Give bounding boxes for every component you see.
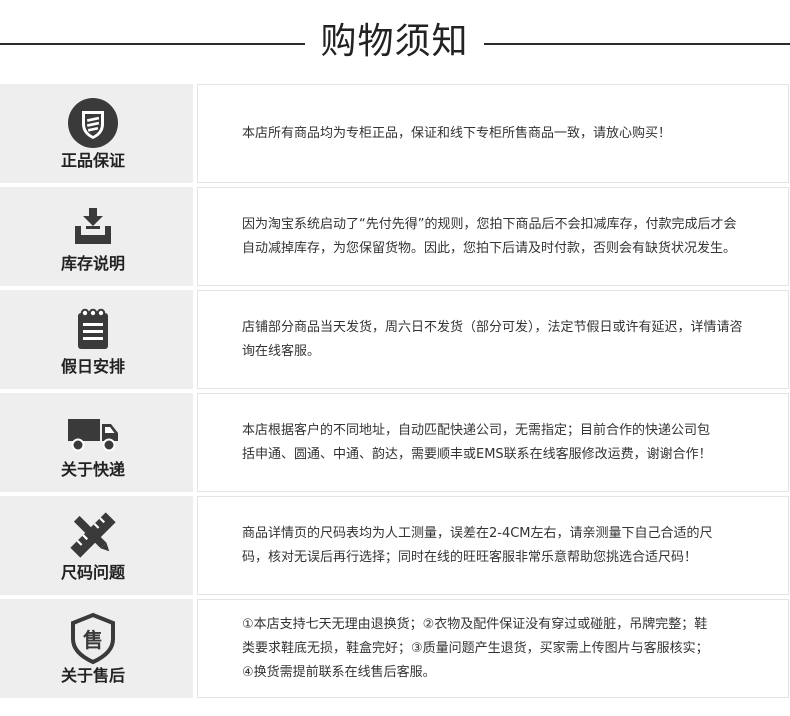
notice-text-line: 自动减掉库存，为您保留货物。因此，您拍下后请及时付款，否则会有缺货状况发生。 [242,240,737,256]
ruler-pencil-icon [70,512,116,558]
notepad-icon [78,308,108,349]
section-label: 库存说明 [60,254,125,273]
notice-content: 本店根据客户的不同地址，自动匹配快递公司，无需指定；目前合作的快递公司包 括申通… [197,393,789,492]
notice-text-line: 码，核对无误后再行选择；同时在线的旺旺客服非常乐意帮助您挑选合适尺码！ [242,549,698,565]
notice-text-line: 类要求鞋底无损，鞋盒完好；③质量问题产生退货，买家需上传图片与客服核实； [242,640,709,656]
notice-row-delivery: 关于快递 本店根据客户的不同地址，自动匹配快递公司，无需指定；目前合作的快递公司… [0,393,790,492]
shield-icon [68,98,118,148]
notice-content: 店铺部分商品当天发货，周六日不发货（部分可发），法定节假日或许有延迟，详情请咨 … [197,290,789,389]
notice-text-line: 店铺部分商品当天发货，周六日不发货（部分可发），法定节假日或许有延迟，详情请咨 [242,319,743,335]
notice-content: 商品详情页的尺码表均为人工测量，误差在2-4CM左右，请亲测量下自己合适的尺 码… [197,496,789,595]
header-divider-right [484,43,790,45]
notice-side: 售 关于售后 [0,599,193,698]
page-header: 购物须知 [0,0,790,84]
notice-text-line: 询在线客服。 [242,343,321,359]
notice-text-line: 因为淘宝系统启动了“先付先得”的规则，您拍下商品后不会扣减库存，付款完成后才会 [242,216,737,232]
notice-row-holiday: 假日安排 店铺部分商品当天发货，周六日不发货（部分可发），法定节假日或许有延迟，… [0,290,790,389]
section-label: 关于售后 [60,666,125,685]
notice-side: 假日安排 [0,290,193,389]
section-label: 假日安排 [60,357,125,376]
notice-text-line: 商品详情页的尺码表均为人工测量，误差在2-4CM左右，请亲测量下自己合适的尺 [242,525,713,541]
notice-row-authentic: 正品保证 本店所有商品均为专柜正品，保证和线下专柜所售商品一致，请放心购买！ [0,84,790,183]
inbox-download-icon [75,208,111,244]
section-label: 尺码问题 [60,563,125,582]
notice-side: 正品保证 [0,84,193,183]
notice-side: 库存说明 [0,187,193,286]
notice-content: 本店所有商品均为专柜正品，保证和线下专柜所售商品一致，请放心购买！ [197,84,789,183]
notice-row-size: 尺码问题 商品详情页的尺码表均为人工测量，误差在2-4CM左右，请亲测量下自己合… [0,496,790,595]
truck-icon [68,419,118,452]
notice-side: 关于快递 [0,393,193,492]
after-sale-glyph: 售 [83,628,103,652]
notice-text-line: 本店所有商品均为专柜正品，保证和线下专柜所售商品一致，请放心购买！ [242,125,672,141]
page-title: 购物须知 [320,21,469,62]
notice-text-line: ①本店支持七天无理由退换货；②衣物及配件保证没有穿过或碰脏，吊牌完整；鞋 [242,616,708,632]
section-label: 关于快递 [60,460,125,479]
notice-text-line: 括申通、圆通、中通、韵达，需要顺丰或EMS联系在线客服修改运费，谢谢合作！ [242,446,712,462]
notice-side: 尺码问题 [0,496,193,595]
notice-row-after-sale: 售 关于售后 ①本店支持七天无理由退换货；②衣物及配件保证没有穿过或碰脏，吊牌完… [0,599,790,698]
notice-row-inventory: 库存说明 因为淘宝系统启动了“先付先得”的规则，您拍下商品后不会扣减库存，付款完… [0,187,790,286]
notice-text-line: ④换货需提前联系在线售后客服。 [242,664,436,680]
section-label: 正品保证 [60,151,125,170]
notice-text-line: 本店根据客户的不同地址，自动匹配快递公司，无需指定；目前合作的快递公司包 [242,422,711,438]
header-divider-left [0,43,305,45]
after-sale-shield-icon: 售 [71,612,115,665]
notice-content: ①本店支持七天无理由退换货；②衣物及配件保证没有穿过或碰脏，吊牌完整；鞋 类要求… [197,599,789,698]
notice-content: 因为淘宝系统启动了“先付先得”的规则，您拍下商品后不会扣减库存，付款完成后才会 … [197,187,789,286]
